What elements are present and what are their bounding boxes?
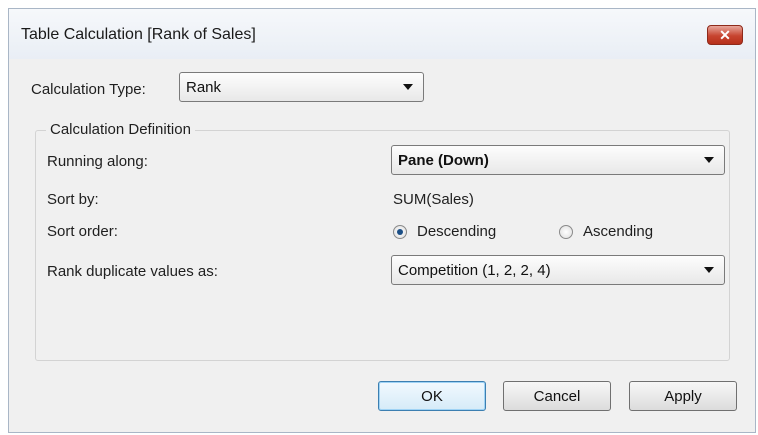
apply-button[interactable]: Apply — [629, 381, 737, 411]
running-along-label: Running along: — [47, 153, 148, 170]
chevron-down-icon — [704, 157, 714, 163]
rank-duplicates-label: Rank duplicate values as: — [47, 263, 218, 280]
running-along-select[interactable]: Pane (Down) — [391, 145, 725, 175]
ok-button[interactable]: OK — [378, 381, 486, 411]
table-calculation-dialog: Table Calculation [Rank of Sales] ✕ Calc… — [8, 8, 756, 433]
radio-unchecked-icon — [559, 224, 573, 239]
dialog-title: Table Calculation [Rank of Sales] — [21, 26, 256, 43]
descending-label: Descending — [417, 223, 497, 240]
sort-order-label: Sort order: — [47, 223, 118, 240]
running-along-value: Pane (Down) — [398, 152, 489, 169]
sort-order-descending-radio[interactable]: Descending — [393, 223, 496, 240]
cancel-button[interactable]: Cancel — [503, 381, 611, 411]
chevron-down-icon — [403, 84, 413, 90]
rank-duplicates-select[interactable]: Competition (1, 2, 2, 4) — [391, 255, 725, 285]
chevron-down-icon — [704, 267, 714, 273]
calculation-definition-legend: Calculation Definition — [46, 121, 195, 138]
ascending-label: Ascending — [583, 223, 654, 240]
close-button[interactable]: ✕ — [707, 25, 743, 45]
calculation-type-select[interactable]: Rank — [179, 72, 424, 102]
calculation-type-value: Rank — [186, 79, 222, 96]
sort-order-ascending-radio[interactable]: Ascending — [559, 223, 653, 240]
title-bar: Table Calculation [Rank of Sales] ✕ — [9, 9, 755, 59]
calculation-type-label: Calculation Type: — [31, 81, 146, 98]
radio-checked-icon — [393, 224, 407, 239]
close-icon: ✕ — [719, 27, 731, 43]
sort-by-label: Sort by: — [47, 191, 99, 208]
rank-duplicates-value: Competition (1, 2, 2, 4) — [398, 262, 551, 279]
sort-by-value: SUM(Sales) — [393, 191, 474, 208]
